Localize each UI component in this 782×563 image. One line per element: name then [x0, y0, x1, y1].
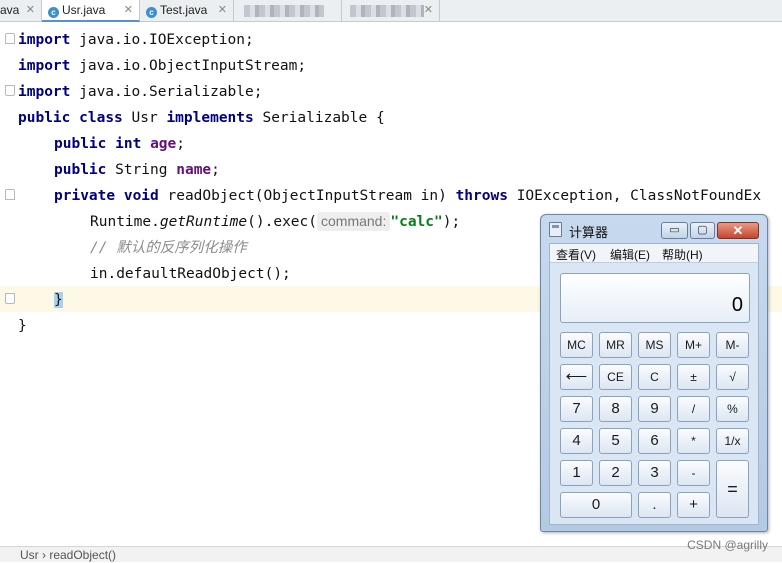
percent-button[interactable]: % [716, 396, 749, 422]
digit-7-button[interactable]: 7 [560, 396, 593, 422]
breadcrumb-text[interactable]: Usr › readObject() [20, 548, 116, 562]
divide-button[interactable]: / [677, 396, 710, 422]
code-line-1: import java.io.IOException; [18, 32, 254, 48]
equals-button[interactable]: = [716, 460, 749, 518]
tab-label: Usr.java [62, 3, 106, 17]
add-button[interactable]: + [677, 492, 710, 518]
sqrt-button[interactable]: √ [716, 364, 749, 390]
menu-help[interactable]: 帮助(H) [662, 246, 703, 263]
maximize-button[interactable]: ▢ [690, 222, 715, 239]
calculator-display: 0 [560, 273, 750, 323]
multiply-button[interactable]: * [677, 428, 710, 454]
calculator-titlebar[interactable]: 计算器 ▭ ▢ ✕ [541, 215, 767, 243]
tab-label: ava [0, 3, 20, 17]
code-line-11: } [54, 287, 63, 313]
redacted-tab-label [244, 5, 324, 17]
minimize-button[interactable]: ▭ [661, 222, 688, 239]
code-line-12: } [18, 318, 27, 334]
tab-test-java[interactable]: c Test.java ✕ [140, 0, 234, 22]
close-button[interactable]: ✕ [717, 222, 759, 239]
java-class-icon: c [146, 7, 157, 18]
fold-marker-icon[interactable] [5, 293, 15, 304]
fold-marker-icon[interactable] [5, 85, 15, 96]
code-line-8: Runtime.getRuntime().exec(command: "calc"… [90, 212, 461, 231]
digit-5-button[interactable]: 5 [599, 428, 632, 454]
close-icon[interactable]: ✕ [424, 0, 433, 21]
code-line-6: public String name; [54, 162, 220, 178]
code-line-10: in.defaultReadObject(); [90, 266, 291, 282]
backspace-button[interactable]: ⟵ [560, 364, 593, 390]
m-minus-button[interactable]: M- [716, 332, 749, 358]
close-icon[interactable]: ✕ [26, 0, 35, 21]
breadcrumb[interactable]: Usr › readObject() [0, 546, 782, 562]
tab-blurred-1[interactable] [234, 0, 342, 22]
digit-1-button[interactable]: 1 [560, 460, 593, 486]
calculator-window[interactable]: 计算器 ▭ ▢ ✕ 查看(V) 编辑(E) 帮助(H) 0 MC MR MS M… [540, 214, 768, 532]
m-plus-button[interactable]: M+ [677, 332, 710, 358]
fold-marker-icon[interactable] [5, 33, 15, 44]
menu-view[interactable]: 查看(V) [556, 246, 596, 263]
display-value: 0 [731, 294, 743, 316]
digit-3-button[interactable]: 3 [638, 460, 671, 486]
mc-button[interactable]: MC [560, 332, 593, 358]
tab-partial-java[interactable]: ava ✕ [0, 0, 42, 22]
window-title: 计算器 [569, 225, 609, 240]
tab-label: Test.java [160, 3, 208, 17]
ce-button[interactable]: CE [599, 364, 632, 390]
matched-brace: } [54, 292, 63, 308]
close-icon[interactable]: ✕ [218, 0, 227, 21]
reciprocal-button[interactable]: 1/x [716, 428, 749, 454]
code-line-3: import java.io.Serializable; [18, 84, 263, 100]
plus-minus-button[interactable]: ± [677, 364, 710, 390]
code-line-2: import java.io.ObjectInputStream; [18, 58, 307, 74]
digit-4-button[interactable]: 4 [560, 428, 593, 454]
watermark-text: CSDN @agrilly [687, 538, 768, 552]
menu-edit[interactable]: 编辑(E) [610, 246, 650, 263]
mr-button[interactable]: MR [599, 332, 632, 358]
calculator-menubar: 查看(V) 编辑(E) 帮助(H) [550, 244, 758, 263]
fold-marker-icon[interactable] [5, 189, 15, 200]
digit-6-button[interactable]: 6 [638, 428, 671, 454]
calculator-app-icon [549, 222, 562, 237]
digit-9-button[interactable]: 9 [638, 396, 671, 422]
digit-2-button[interactable]: 2 [599, 460, 632, 486]
digit-0-button[interactable]: 0 [560, 492, 632, 518]
digit-8-button[interactable]: 8 [599, 396, 632, 422]
ms-button[interactable]: MS [638, 332, 671, 358]
calculator-body: 查看(V) 编辑(E) 帮助(H) 0 MC MR MS M+ M- ⟵ CE … [549, 243, 759, 525]
tab-blurred-2[interactable]: ✕ [342, 0, 440, 22]
subtract-button[interactable]: - [677, 460, 710, 486]
tab-usr-java[interactable]: c Usr.java ✕ [42, 0, 140, 22]
close-icon[interactable]: ✕ [124, 0, 133, 21]
redacted-tab-label [350, 5, 424, 17]
code-line-5: public int age; [54, 136, 185, 152]
code-line-4: public class Usr implements Serializable… [18, 110, 385, 126]
editor-tab-bar: ava ✕ c Usr.java ✕ c Test.java ✕ ✕ [0, 0, 782, 22]
decimal-button[interactable]: . [638, 492, 671, 518]
code-line-7: private void readObject(ObjectInputStrea… [54, 188, 762, 204]
code-line-9: // 默认的反序列化操作 [90, 240, 247, 256]
java-class-icon: c [48, 7, 59, 18]
parameter-hint: command: [317, 212, 391, 231]
c-button[interactable]: C [638, 364, 671, 390]
